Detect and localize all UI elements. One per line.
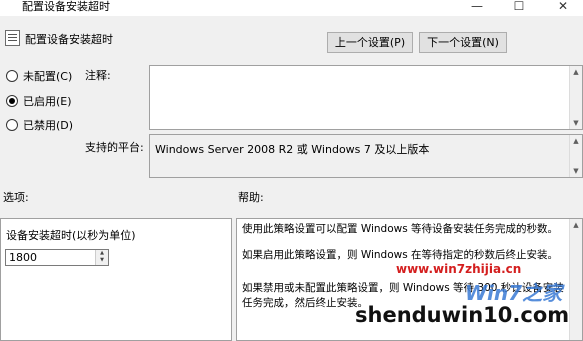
scroll-up-icon[interactable]: ▲ xyxy=(570,135,582,147)
next-setting-button[interactable]: 下一个设置(N) xyxy=(419,32,507,53)
radio-indicator[interactable] xyxy=(6,70,18,82)
timeout-value[interactable]: 1800 xyxy=(9,251,37,264)
watermark-site: shenduwin10.com xyxy=(355,303,570,327)
radio-indicator[interactable] xyxy=(6,119,18,131)
platform-value: Windows Server 2008 R2 或 Windows 7 及以上版本 xyxy=(155,143,430,156)
minimize-button[interactable]: — xyxy=(462,0,492,14)
spinner-buttons[interactable]: ▲ ▼ xyxy=(95,250,108,265)
maximize-button[interactable]: ☐ xyxy=(504,0,534,14)
radio-not-configured[interactable]: 未配置(C) xyxy=(6,68,72,84)
spin-down-icon[interactable]: ▼ xyxy=(96,257,108,264)
help-scrollbar[interactable]: ▲ xyxy=(569,219,582,340)
radio-disabled[interactable]: 已禁用(D) xyxy=(6,117,73,133)
help-paragraph: 如果启用此策略设置，则 Windows 在等待指定的秒数后终止安装。 xyxy=(242,249,559,261)
setting-title: 配置设备安装超时 xyxy=(25,33,113,46)
scroll-down-icon[interactable]: ▼ xyxy=(570,117,582,129)
timeout-label: 设备安装超时(以秒为单位) xyxy=(6,229,136,242)
options-section-label: 选项: xyxy=(3,191,29,204)
radio-label: 已启用(E) xyxy=(23,95,72,108)
radio-enabled[interactable]: 已启用(E) xyxy=(6,93,72,109)
help-paragraph: 使用此策略设置可以配置 Windows 等待设备安装任务完成的秒数。 xyxy=(242,223,559,235)
platform-label: 支持的平台: xyxy=(85,141,144,154)
timeout-spinbox[interactable]: 1800 ▲ ▼ xyxy=(5,249,109,266)
policy-setting-icon xyxy=(5,30,20,46)
help-section-label: 帮助: xyxy=(238,191,264,204)
title-bar: 配置设备安装超时 — ☐ ✕ xyxy=(0,0,583,16)
radio-label: 未配置(C) xyxy=(23,70,73,83)
radio-label: 已禁用(D) xyxy=(23,119,74,132)
window-title: 配置设备安装超时 xyxy=(22,0,110,13)
previous-setting-button[interactable]: 上一个设置(P) xyxy=(327,32,413,53)
close-button[interactable]: ✕ xyxy=(548,0,578,14)
comment-textarea[interactable]: ▲ ▼ xyxy=(149,65,583,130)
scroll-up-icon[interactable]: ▲ xyxy=(570,66,582,78)
scroll-down-icon[interactable]: ▼ xyxy=(570,165,582,177)
scroll-up-icon[interactable]: ▲ xyxy=(570,219,582,231)
comment-scrollbar[interactable]: ▲ ▼ xyxy=(569,66,582,129)
radio-indicator-selected[interactable] xyxy=(6,95,18,107)
options-panel: 设备安装超时(以秒为单位) 1800 ▲ ▼ xyxy=(0,218,232,341)
comment-label: 注释: xyxy=(85,69,111,82)
watermark-logo: Win7之家 xyxy=(465,281,563,305)
platform-field: Windows Server 2008 R2 或 Windows 7 及以上版本… xyxy=(149,134,583,178)
spin-up-icon[interactable]: ▲ xyxy=(96,250,108,257)
platform-scrollbar[interactable]: ▲ ▼ xyxy=(569,135,582,177)
watermark-url: www.win7zhijia.cn xyxy=(396,262,522,276)
